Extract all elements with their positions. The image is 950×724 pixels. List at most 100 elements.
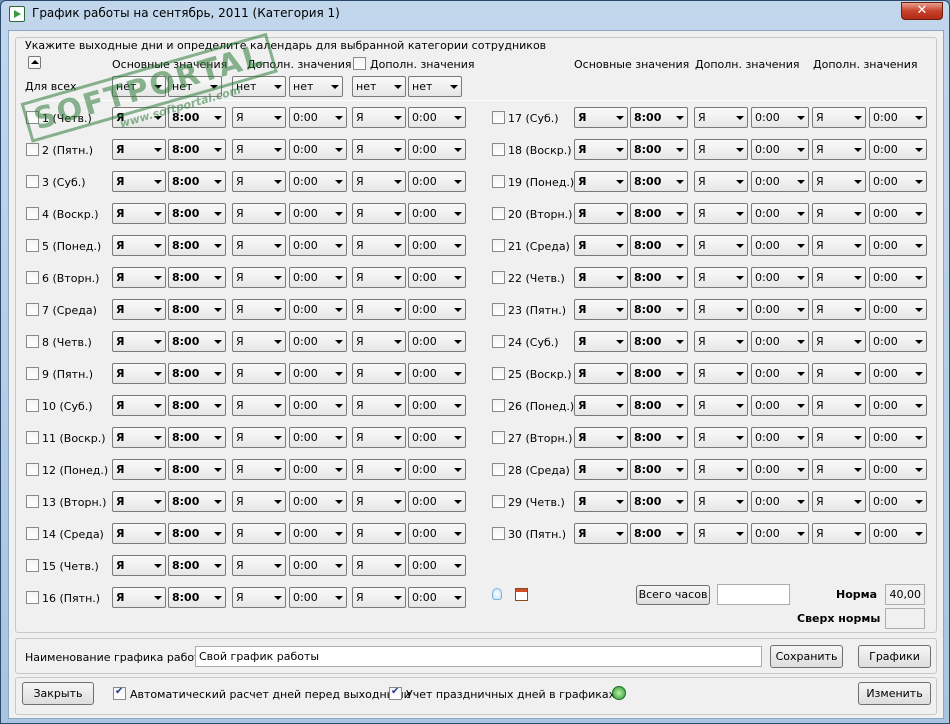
extra-hours-select[interactable]: 0:00 xyxy=(751,267,809,288)
main-hours-select[interactable]: 8:00 xyxy=(630,523,688,544)
extra2-hours-select[interactable]: 0:00 xyxy=(869,523,927,544)
extra-code-select[interactable]: Я xyxy=(694,171,748,192)
extra2-hours-select[interactable]: 0:00 xyxy=(408,267,466,288)
extra-hours-select[interactable]: 0:00 xyxy=(289,523,347,544)
extra2-code-select[interactable]: Я xyxy=(812,363,866,384)
extra-code-select[interactable]: Я xyxy=(694,139,748,160)
day-checkbox[interactable] xyxy=(26,175,39,188)
extra-hours-select[interactable]: 0:00 xyxy=(289,107,347,128)
extra2-code-select[interactable]: Я xyxy=(352,267,406,288)
main-hours-select[interactable]: 8:00 xyxy=(168,523,226,544)
extra-code-select[interactable]: Я xyxy=(232,395,286,416)
day-checkbox[interactable] xyxy=(26,527,39,540)
extra2-code-select[interactable]: Я xyxy=(352,171,406,192)
extra-code-select[interactable]: Я xyxy=(232,523,286,544)
main-code-select[interactable]: Я xyxy=(112,331,166,352)
extra-code-select[interactable]: Я xyxy=(694,299,748,320)
extra2-code-select[interactable]: Я xyxy=(352,459,406,480)
main-code-select[interactable]: Я xyxy=(574,427,628,448)
extra2-hours-select[interactable]: 0:00 xyxy=(408,331,466,352)
main-hours-select[interactable]: 8:00 xyxy=(168,139,226,160)
main-hours-select[interactable]: 8:00 xyxy=(630,427,688,448)
extra-hours-select[interactable]: 0:00 xyxy=(289,235,347,256)
extra-hours-select[interactable]: 0:00 xyxy=(289,299,347,320)
extra-hours-select[interactable]: 0:00 xyxy=(751,203,809,224)
extra2-code-select[interactable]: Я xyxy=(352,363,406,384)
extra2-hours-select[interactable]: 0:00 xyxy=(408,363,466,384)
main-hours-select[interactable]: 8:00 xyxy=(168,427,226,448)
extra-hours-select[interactable]: 0:00 xyxy=(751,107,809,128)
day-checkbox[interactable] xyxy=(492,335,505,348)
for-all-select[interactable]: нет xyxy=(408,76,462,97)
extra2-hours-select[interactable]: 0:00 xyxy=(869,363,927,384)
extra2-code-select[interactable]: Я xyxy=(812,491,866,512)
extra2-code-select[interactable]: Я xyxy=(812,235,866,256)
main-code-select[interactable]: Я xyxy=(574,491,628,512)
extra-code-select[interactable]: Я xyxy=(694,267,748,288)
extra2-code-select[interactable]: Я xyxy=(812,459,866,480)
extra-hours-select[interactable]: 0:00 xyxy=(289,267,347,288)
extra2-hours-select[interactable]: 0:00 xyxy=(869,491,927,512)
total-hours-button[interactable]: Всего часов xyxy=(636,585,710,605)
main-hours-select[interactable]: 8:00 xyxy=(630,299,688,320)
close-button[interactable]: Закрыть xyxy=(22,682,94,705)
day-checkbox[interactable] xyxy=(492,111,505,124)
day-checkbox[interactable] xyxy=(492,527,505,540)
main-hours-select[interactable]: 8:00 xyxy=(168,587,226,608)
extra-code-select[interactable]: Я xyxy=(232,363,286,384)
main-hours-select[interactable]: 8:00 xyxy=(168,171,226,192)
main-code-select[interactable]: Я xyxy=(574,171,628,192)
extra2-code-select[interactable]: Я xyxy=(812,523,866,544)
extra2-hours-select[interactable]: 0:00 xyxy=(408,107,466,128)
main-hours-select[interactable]: 8:00 xyxy=(168,299,226,320)
extra-hours-select[interactable]: 0:00 xyxy=(289,171,347,192)
extra-hours-select[interactable]: 0:00 xyxy=(289,459,347,480)
main-code-select[interactable]: Я xyxy=(574,139,628,160)
main-hours-select[interactable]: 8:00 xyxy=(168,555,226,576)
day-checkbox[interactable] xyxy=(492,175,505,188)
main-hours-select[interactable]: 8:00 xyxy=(630,363,688,384)
extra-code-select[interactable]: Я xyxy=(694,427,748,448)
extra2-hours-select[interactable]: 0:00 xyxy=(869,171,927,192)
extra-hours-select[interactable]: 0:00 xyxy=(751,523,809,544)
extra2-code-select[interactable]: Я xyxy=(812,203,866,224)
total-hours-field[interactable] xyxy=(717,584,790,605)
extra2-hours-select[interactable]: 0:00 xyxy=(869,107,927,128)
extra-code-select[interactable]: Я xyxy=(232,235,286,256)
extra-code-select[interactable]: Я xyxy=(694,491,748,512)
main-hours-select[interactable]: 8:00 xyxy=(168,395,226,416)
main-hours-select[interactable]: 8:00 xyxy=(630,171,688,192)
main-code-select[interactable]: Я xyxy=(112,587,166,608)
extra-hours-select[interactable]: 0:00 xyxy=(289,555,347,576)
extra-code-select[interactable]: Я xyxy=(232,555,286,576)
extra-hours-select[interactable]: 0:00 xyxy=(289,587,347,608)
main-hours-select[interactable]: 8:00 xyxy=(630,459,688,480)
extra-code-select[interactable]: Я xyxy=(694,107,748,128)
day-checkbox[interactable] xyxy=(26,207,39,220)
extra2-code-select[interactable]: Я xyxy=(812,331,866,352)
power-icon[interactable] xyxy=(612,686,626,700)
main-code-select[interactable]: Я xyxy=(112,491,166,512)
main-hours-select[interactable]: 8:00 xyxy=(630,139,688,160)
main-code-select[interactable]: Я xyxy=(574,107,628,128)
day-checkbox[interactable] xyxy=(26,399,39,412)
main-code-select[interactable]: Я xyxy=(112,363,166,384)
extra-hours-select[interactable]: 0:00 xyxy=(751,427,809,448)
extra-hours-select[interactable]: 0:00 xyxy=(289,331,347,352)
extra2-hours-select[interactable]: 0:00 xyxy=(869,235,927,256)
extra-code-select[interactable]: Я xyxy=(694,523,748,544)
extra2-hours-select[interactable]: 0:00 xyxy=(408,139,466,160)
main-code-select[interactable]: Я xyxy=(574,363,628,384)
main-code-select[interactable]: Я xyxy=(574,235,628,256)
main-code-select[interactable]: Я xyxy=(112,459,166,480)
main-code-select[interactable]: Я xyxy=(574,331,628,352)
lightbulb-icon[interactable] xyxy=(492,588,502,600)
main-code-select[interactable]: Я xyxy=(574,459,628,480)
extra2-code-select[interactable]: Я xyxy=(812,427,866,448)
extra-hours-select[interactable]: 0:00 xyxy=(289,363,347,384)
extra2-hours-select[interactable]: 0:00 xyxy=(408,395,466,416)
extra-code-select[interactable]: Я xyxy=(694,203,748,224)
extra2-code-select[interactable]: Я xyxy=(812,107,866,128)
extra-hours-select[interactable]: 0:00 xyxy=(751,459,809,480)
extra-code-select[interactable]: Я xyxy=(232,587,286,608)
